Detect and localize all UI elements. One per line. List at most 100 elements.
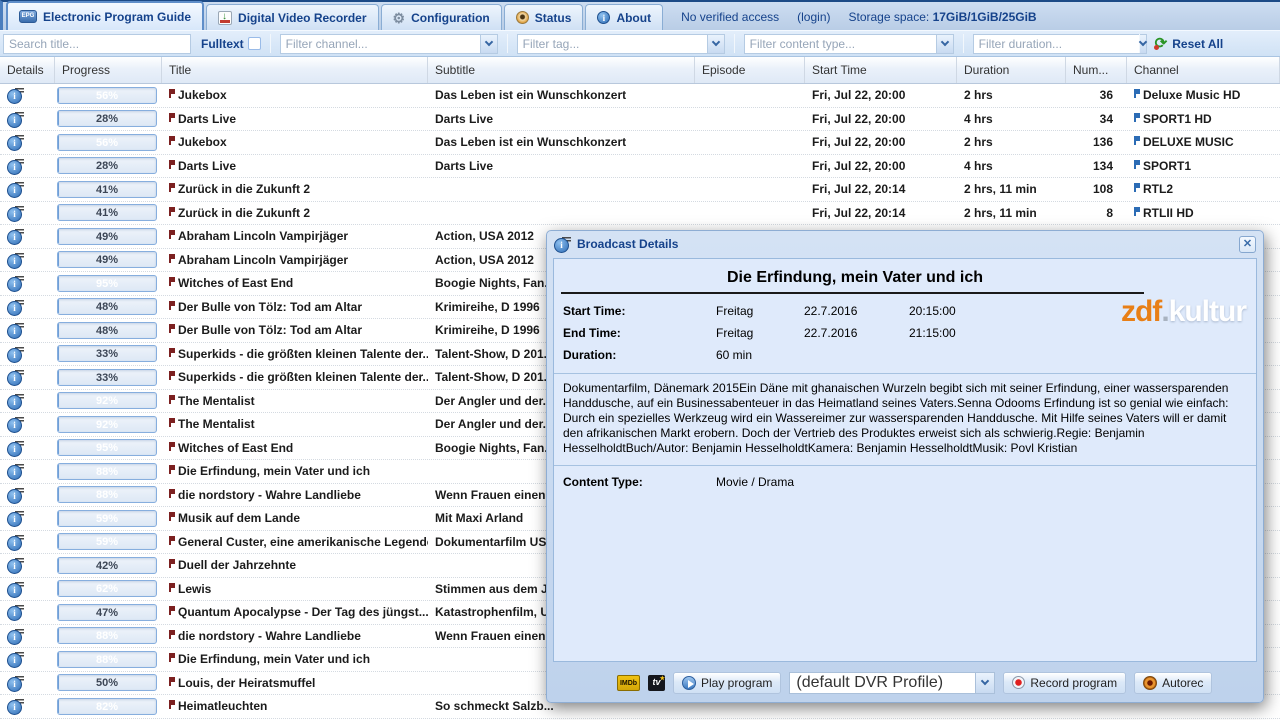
details-icon[interactable] <box>7 205 24 221</box>
details-icon[interactable] <box>7 534 24 550</box>
table-row[interactable]: 28% Darts Live Darts Live Fri, Jul 22, 2… <box>0 108 1280 132</box>
refresh-icon: ⟳ <box>1155 37 1168 50</box>
broadcast-details-dialog: Broadcast Details ✕ Die Erfindung, mein … <box>546 230 1264 703</box>
filter-channel-input[interactable] <box>280 34 480 54</box>
content-type-dropdown-button[interactable] <box>936 34 954 54</box>
details-icon[interactable] <box>7 87 24 103</box>
chevron-down-icon <box>711 38 719 46</box>
filter-duration-input[interactable] <box>973 34 1139 54</box>
program-description: Dokumentarfilm, Dänemark 2015Ein Däne mi… <box>554 373 1256 466</box>
channel-flag-icon <box>1134 89 1140 98</box>
title-flag-icon <box>169 324 175 333</box>
column-header-duration[interactable]: Duration <box>957 57 1066 83</box>
record-program-button[interactable]: Record program <box>1003 672 1126 694</box>
filter-content-type-select[interactable] <box>744 34 954 54</box>
details-icon[interactable] <box>7 510 24 526</box>
details-icon[interactable] <box>7 181 24 197</box>
details-icon[interactable] <box>7 111 24 127</box>
column-header-details[interactable]: Details <box>0 57 55 83</box>
filter-content-type-input[interactable] <box>744 34 936 54</box>
tag-dropdown-button[interactable] <box>707 34 725 54</box>
details-icon[interactable] <box>7 228 24 244</box>
details-icon[interactable] <box>7 416 24 432</box>
table-row[interactable]: 41% Zurück in die Zukunft 2 Fri, Jul 22,… <box>0 178 1280 202</box>
play-program-label: Play program <box>701 676 772 690</box>
details-icon[interactable] <box>7 369 24 385</box>
filter-tag-input[interactable] <box>517 34 707 54</box>
chevron-down-icon <box>484 38 492 46</box>
details-icon[interactable] <box>7 463 24 479</box>
progress-cell: 47% <box>55 601 162 624</box>
details-icon[interactable] <box>7 134 24 150</box>
column-header-number[interactable]: Num... <box>1066 57 1127 83</box>
tab-electronic-program-guide[interactable]: EPG Electronic Program Guide <box>6 1 204 30</box>
column-header-subtitle[interactable]: Subtitle <box>428 57 695 83</box>
filter-channel-select[interactable] <box>280 34 498 54</box>
autorec-button[interactable]: Autorec <box>1134 672 1212 694</box>
details-icon[interactable] <box>7 393 24 409</box>
tab-about[interactable]: i About <box>585 4 663 30</box>
details-icon[interactable] <box>7 581 24 597</box>
details-icon[interactable] <box>7 275 24 291</box>
toolbar-separator <box>270 34 271 53</box>
progress-cell: 82% <box>55 695 162 718</box>
column-header-title[interactable]: Title <box>162 57 428 83</box>
channel-cell: SPORT1 <box>1127 155 1280 178</box>
details-icon[interactable] <box>7 322 24 338</box>
table-row[interactable]: 56% Jukebox Das Leben ist ein Wunschkonz… <box>0 84 1280 108</box>
table-row[interactable]: 28% Darts Live Darts Live Fri, Jul 22, 2… <box>0 155 1280 179</box>
content-type-label: Content Type: <box>563 475 716 489</box>
details-icon[interactable] <box>7 698 24 714</box>
duration-dropdown-button[interactable] <box>1139 34 1147 54</box>
fulltext-checkbox[interactable] <box>248 37 261 50</box>
column-header-episode[interactable]: Episode <box>695 57 805 83</box>
tab-digital-video-recorder[interactable]: Digital Video Recorder <box>206 4 378 30</box>
duration-cell: 2 hrs, 11 min <box>957 202 1066 225</box>
progress-cell: 59% <box>55 507 162 530</box>
login-link[interactable]: (login) <box>797 10 830 24</box>
progress-cell: 28% <box>55 108 162 131</box>
table-row[interactable]: 56% Jukebox Das Leben ist ein Wunschkonz… <box>0 131 1280 155</box>
start-time-day: Freitag <box>716 304 804 318</box>
filter-duration-select[interactable] <box>973 34 1130 54</box>
title-cell: Darts Live <box>162 108 428 131</box>
details-icon[interactable] <box>7 299 24 315</box>
episode-cell <box>695 108 805 131</box>
details-icon[interactable] <box>7 440 24 456</box>
filter-tag-select[interactable] <box>517 34 725 54</box>
title-cell: Witches of East End <box>162 437 428 460</box>
dialog-header[interactable]: Broadcast Details ✕ <box>547 231 1263 257</box>
title-cell: The Mentalist <box>162 413 428 436</box>
search-title-input[interactable] <box>3 34 191 54</box>
details-icon[interactable] <box>7 675 24 691</box>
tab-status[interactable]: Status <box>504 4 584 30</box>
dvr-profile-select[interactable]: (default DVR Profile) <box>789 672 995 694</box>
details-icon[interactable] <box>7 252 24 268</box>
tvdb-icon[interactable]: tv <box>648 675 665 691</box>
content-type-value: Movie / Drama <box>716 475 794 489</box>
details-icon[interactable] <box>7 604 24 620</box>
details-icon[interactable] <box>7 158 24 174</box>
close-icon[interactable]: ✕ <box>1239 236 1256 253</box>
chevron-down-icon <box>1138 38 1146 46</box>
column-header-start-time[interactable]: Start Time <box>805 57 957 83</box>
channel-dropdown-button[interactable] <box>480 34 498 54</box>
column-header-progress[interactable]: Progress <box>55 57 162 83</box>
title-flag-icon <box>169 113 175 122</box>
imdb-icon[interactable]: IMDb <box>617 675 640 691</box>
progress-cell: 88% <box>55 625 162 648</box>
tab-configuration[interactable]: ⚙ Configuration <box>381 4 502 30</box>
play-program-button[interactable]: Play program <box>673 672 781 694</box>
details-icon[interactable] <box>7 557 24 573</box>
details-icon[interactable] <box>7 346 24 362</box>
profile-dropdown-button[interactable] <box>975 672 995 694</box>
progress-cell: 56% <box>55 84 162 107</box>
details-icon[interactable] <box>7 487 24 503</box>
details-icon[interactable] <box>7 628 24 644</box>
progress-bar: 28% <box>57 110 157 127</box>
duration-value: 60 min <box>716 348 804 362</box>
reset-all-button[interactable]: ⟳ Reset All <box>1149 35 1229 53</box>
details-icon[interactable] <box>7 651 24 667</box>
table-row[interactable]: 41% Zurück in die Zukunft 2 Fri, Jul 22,… <box>0 202 1280 226</box>
column-header-channel[interactable]: Channel <box>1127 57 1280 83</box>
